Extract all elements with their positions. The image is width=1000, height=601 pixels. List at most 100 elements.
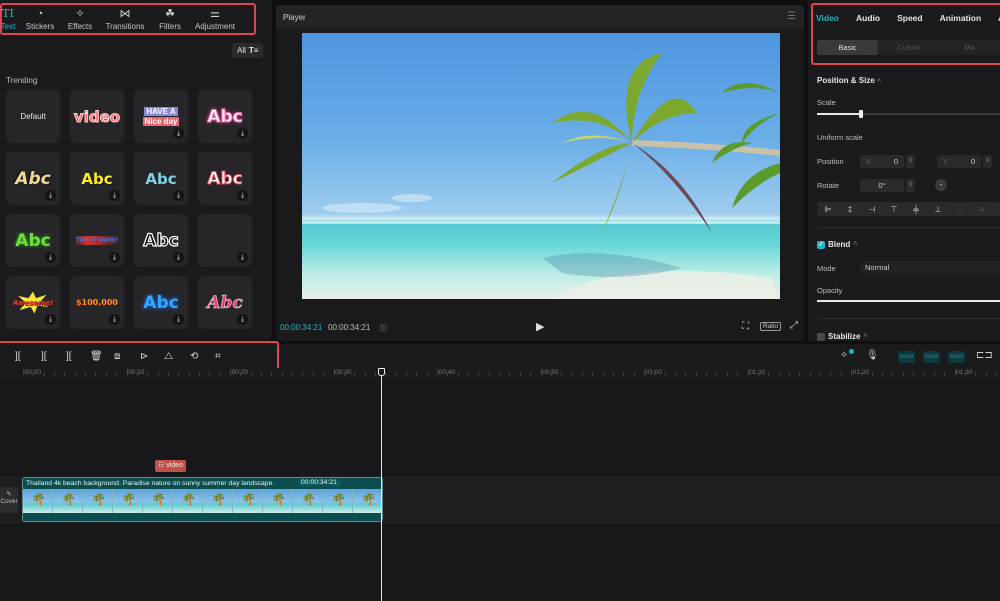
ruler-tick (385, 372, 387, 376)
ruler-tick (550, 372, 552, 376)
download-icon[interactable]: ⤓ (173, 252, 184, 263)
cover-button[interactable]: ✎ Cover (0, 487, 18, 513)
rotate-dial[interactable]: - (935, 179, 947, 191)
rotate-icon[interactable]: ⟲ (190, 351, 198, 362)
position-x-stepper[interactable]: ⇕ (906, 155, 915, 168)
rotate-stepper[interactable]: ⇕ (906, 179, 915, 192)
split-left-icon[interactable]: ][ (41, 351, 47, 362)
position-y-input[interactable]: Y 0 (937, 155, 981, 168)
snap-icon[interactable]: ▭▭ (923, 351, 940, 363)
distribute-v-icon[interactable]: ≡ (971, 205, 993, 214)
ruler-tick (323, 372, 325, 376)
download-icon[interactable]: ⤓ (237, 190, 248, 201)
tab-audio[interactable]: Audio (856, 13, 880, 23)
split-right-icon[interactable]: ][ (66, 351, 72, 362)
text-template-default[interactable]: Default (6, 90, 60, 143)
blend-mode-select[interactable]: Normal (860, 261, 1000, 274)
menu-icon[interactable]: ☰ (787, 11, 796, 22)
text-template[interactable]: $100,000 ⤓ (70, 276, 124, 329)
tab-transitions[interactable]: ⋈ Transitions (102, 5, 148, 33)
tab-video[interactable]: Video (816, 13, 839, 23)
section-position-size[interactable]: Position & Size ˄ (817, 76, 881, 85)
fullscreen-icon[interactable]: ⤢ (790, 320, 798, 331)
text-template[interactable]: HAVE A Nice day ⤓ (134, 90, 188, 143)
tab-animation[interactable]: Animation (940, 13, 982, 23)
tab-effects[interactable]: ✧ Effects (62, 5, 98, 33)
align-left-icon[interactable]: ⊫ (817, 205, 839, 214)
section-stabilize[interactable]: Stabilize ˄ (817, 332, 868, 341)
text-template[interactable]: Abc ⤓ (6, 214, 60, 267)
track-tag[interactable]: ☷ video (155, 460, 186, 472)
text-template[interactable]: Abc ⤓ (198, 152, 252, 205)
download-icon[interactable]: ⤓ (173, 190, 184, 201)
subtab-cutout[interactable]: Cutout (878, 40, 939, 55)
text-template[interactable]: Abc ⤓ (198, 276, 252, 329)
tab-stickers[interactable]: ◔ Stickers (22, 5, 58, 33)
download-icon[interactable]: ⤓ (45, 190, 56, 201)
text-template[interactable]: Abc ⤓ (198, 90, 252, 143)
video-preview[interactable] (302, 33, 780, 299)
playhead-handle[interactable] (378, 368, 385, 376)
magic-icon[interactable]: ✧ (840, 350, 848, 361)
text-template[interactable]: Abc ⤓ (134, 214, 188, 267)
subtab-mask[interactable]: Ma (939, 40, 1000, 55)
text-template[interactable]: video (70, 90, 124, 143)
align-bottom-icon[interactable]: ⊥ (927, 205, 949, 214)
position-y-stepper[interactable]: ⇕ (983, 155, 992, 168)
download-icon[interactable]: ⤓ (109, 190, 120, 201)
download-icon[interactable]: ⤓ (237, 128, 248, 139)
opacity-slider[interactable] (817, 300, 1000, 302)
playhead[interactable] (381, 372, 382, 601)
align-center-h-icon[interactable]: ‡ (839, 205, 861, 214)
link-track-icon[interactable]: ▭▭ (898, 351, 915, 363)
align-center-v-icon[interactable]: ╪ (905, 205, 927, 214)
align-right-icon[interactable]: ⊣ (861, 205, 883, 214)
tab-adjustment[interactable]: ⚌ Adjustment (192, 5, 238, 33)
blend-checkbox[interactable]: ✓ (817, 240, 825, 249)
download-icon[interactable]: ⤓ (109, 314, 120, 325)
clip-thumbnails (23, 489, 382, 513)
scale-slider-handle[interactable] (858, 110, 863, 118)
download-icon[interactable]: ⤓ (173, 314, 184, 325)
download-icon[interactable]: ⤓ (237, 252, 248, 263)
align-top-icon[interactable]: ⊤ (883, 205, 905, 214)
text-template[interactable]: Abc ⤓ (134, 276, 188, 329)
text-template[interactable]: Awesome! ⤓ (6, 276, 60, 329)
properties-tabs: Video Audio Speed Animation Ad (816, 13, 1000, 23)
text-template[interactable]: Abc ⤓ (6, 152, 60, 205)
scale-slider[interactable] (817, 110, 1000, 118)
download-icon[interactable]: ⤓ (173, 128, 184, 139)
download-icon[interactable]: ⤓ (45, 314, 56, 325)
split-icon[interactable]: ][ (15, 351, 21, 362)
ratio-button[interactable]: Ratio (760, 322, 782, 331)
zoom-fit-icon[interactable]: ⛶ (742, 321, 749, 332)
text-template[interactable]: Abc ⤓ (134, 152, 188, 205)
text-template[interactable]: ⤓ (198, 214, 252, 267)
delete-icon[interactable]: 🗑 (90, 351, 103, 362)
text-template[interactable]: TRY IT NOW! ⤓ (70, 214, 124, 267)
rotate-input[interactable]: 0° (860, 179, 904, 192)
crop-icon[interactable]: ⌗ (215, 351, 221, 362)
microphone-icon[interactable]: 🎙 (866, 350, 879, 361)
download-icon[interactable]: ⤓ (109, 252, 120, 263)
section-blend[interactable]: ✓ Blend ˄ (817, 240, 857, 249)
freeze-icon[interactable]: ⧈ (114, 351, 120, 362)
tab-speed[interactable]: Speed (897, 13, 923, 23)
speed-icon[interactable]: ⊳ (140, 351, 148, 362)
video-clip[interactable]: Thailand 4k beach background. Paradise n… (22, 477, 383, 522)
tab-filters[interactable]: ☘ Filters (152, 5, 188, 33)
download-icon[interactable]: ⤓ (237, 314, 248, 325)
mirror-icon[interactable]: ⧍ (164, 351, 173, 362)
distribute-h-icon[interactable]: ⋮ (949, 205, 971, 214)
filter-all-button[interactable]: All T≡ (232, 43, 264, 58)
tab-text[interactable]: TI Text (0, 5, 18, 33)
split-view-icon[interactable]: ⊏⊐ (976, 350, 993, 361)
position-x-input[interactable]: X 0 (860, 155, 904, 168)
play-button[interactable]: ▶ (536, 320, 544, 333)
stabilize-checkbox[interactable] (817, 332, 825, 341)
download-icon[interactable]: ⤓ (45, 252, 56, 263)
text-template[interactable]: Abc ⤓ (70, 152, 124, 205)
grid-icon[interactable]: ▥ (379, 322, 388, 333)
subtab-basic[interactable]: Basic (817, 40, 878, 55)
preview-axis-icon[interactable]: ▭▭ (948, 351, 965, 363)
